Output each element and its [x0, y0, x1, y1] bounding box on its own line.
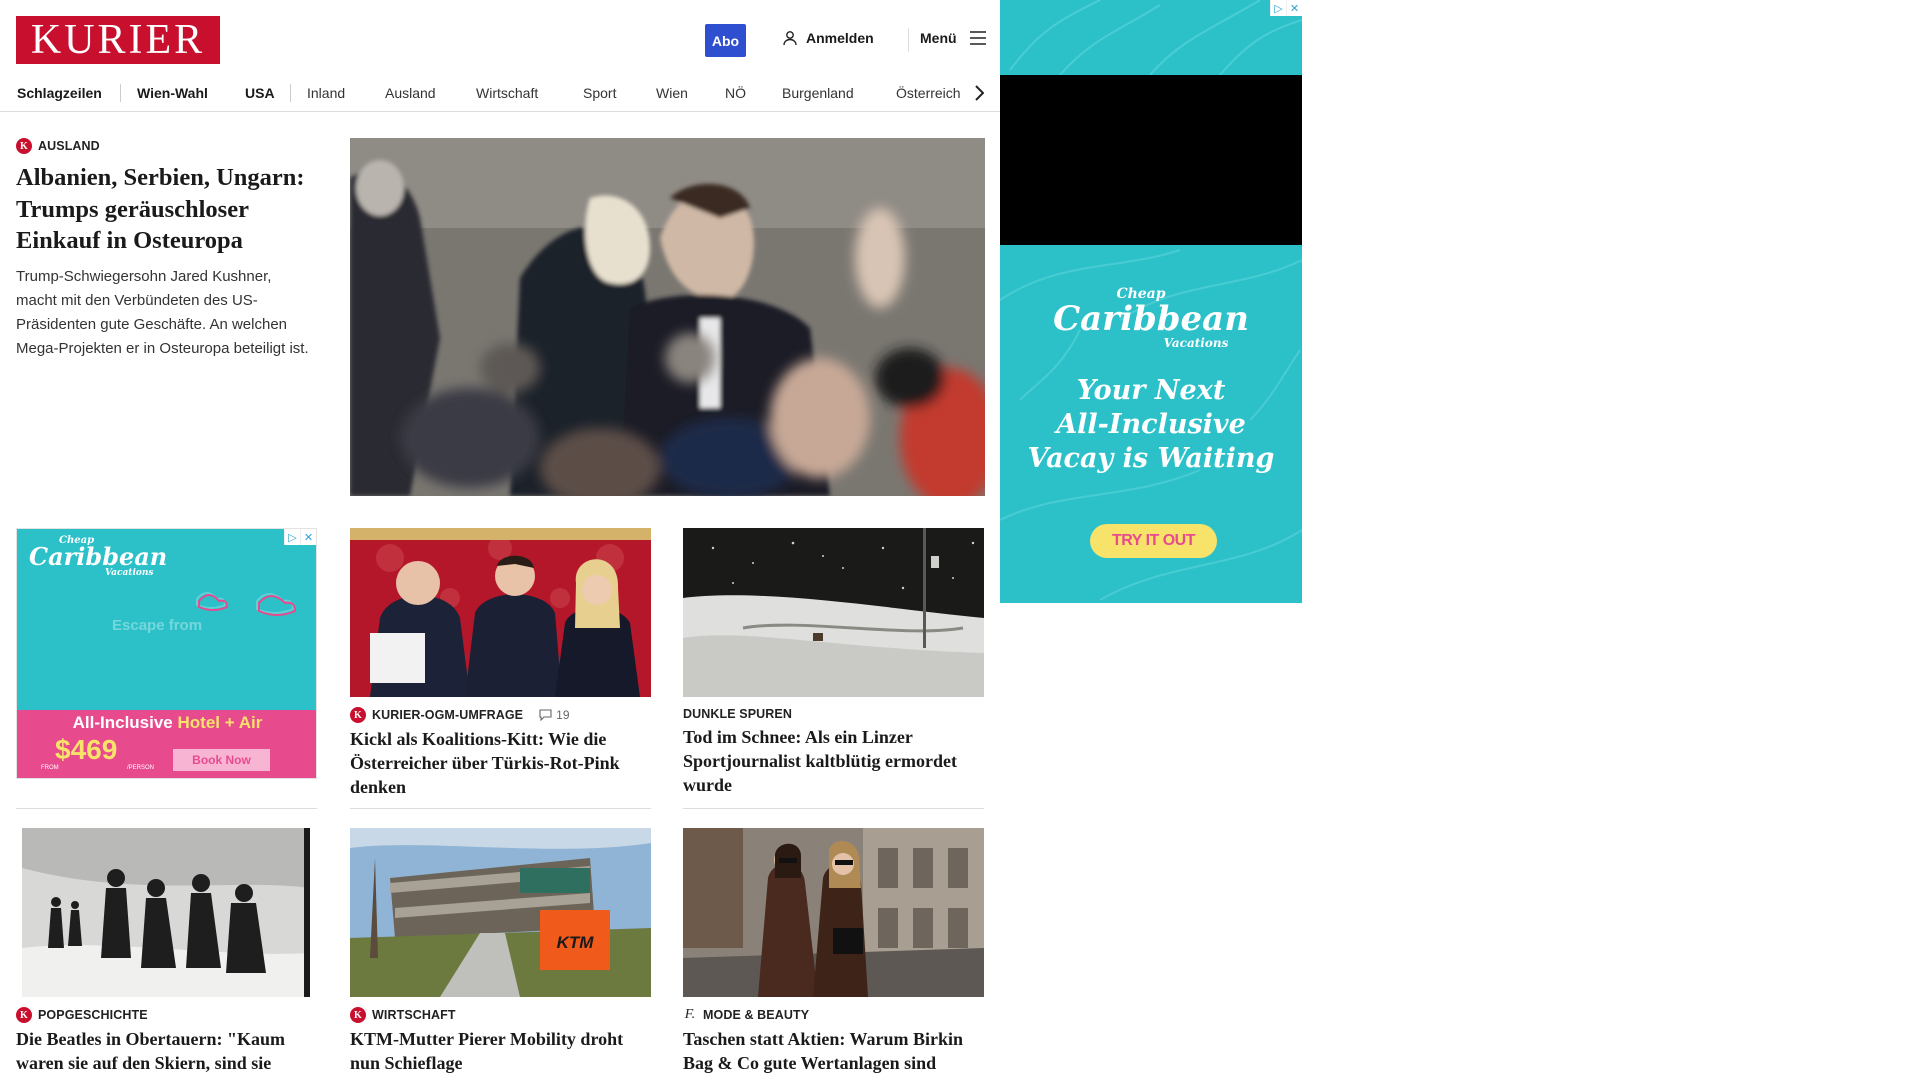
ad-divider [16, 808, 317, 809]
comment-icon [539, 709, 552, 721]
lead-kicker-label: AUSLAND [38, 139, 100, 153]
ad-right-brand: Cheap Caribbean Vacations [1000, 286, 1302, 350]
section-nav: Schlagzeilen Wien-Wahl USA Inland Auslan… [0, 76, 1000, 112]
ad-right-brand-main: Caribbean [1053, 299, 1249, 339]
ad-small-tagline: Escape from [112, 617, 203, 634]
article-kicker-label: DUNKLE SPUREN [683, 707, 792, 721]
ad-small-price: $469 [55, 734, 118, 765]
ad-right-line3: Vacay is Waiting [1027, 443, 1275, 474]
nav-item-oesterreich[interactable]: Österreich [896, 82, 961, 104]
hamburger-icon [969, 31, 986, 45]
freizeit-f-icon: f. [684, 1007, 696, 1022]
nav-item-noe[interactable]: NÖ [725, 82, 746, 104]
header-divider [908, 28, 909, 52]
abo-button[interactable]: Abo [705, 24, 746, 57]
ad-choices[interactable]: ▷ ✕ [284, 529, 316, 545]
lead-kicker: K AUSLAND [16, 138, 316, 154]
article-image[interactable] [683, 828, 984, 997]
kurier-k-icon: K [16, 1007, 32, 1023]
card-divider [683, 808, 984, 809]
article-image[interactable] [16, 828, 317, 997]
article-kicker: K POPGESCHICHTE [16, 1007, 317, 1023]
user-icon [783, 31, 797, 46]
ad-choices[interactable]: ▷ ✕ [1270, 0, 1302, 16]
article-kicker: f. MODE & BEAUTY [683, 1007, 984, 1023]
adchoices-icon[interactable]: ▷ [1270, 0, 1286, 16]
article-kicker-label: WIRTSCHAFT [372, 1008, 456, 1022]
ad-small-offer-label: All-Inclusive [72, 713, 173, 732]
article-kicker-label: POPGESCHICHTE [38, 1008, 148, 1022]
ad-banner-caribbean-small[interactable]: Cheap Caribbean Vacations Escape from Al… [16, 528, 317, 779]
ad-small-brand-main: Caribbean [29, 542, 168, 571]
nav-item-sport[interactable]: Sport [583, 82, 616, 104]
article-image[interactable]: KTM [350, 828, 651, 997]
ad-right-line1: Your Next [1076, 375, 1226, 406]
menu-label: Menü [920, 30, 957, 46]
ad-small-offer: All-Inclusive Hotel + Air [17, 713, 316, 733]
ad-close-icon[interactable]: ✕ [1286, 0, 1302, 16]
kurier-logo[interactable]: KURIER [16, 16, 220, 64]
article-card[interactable]: K KURIER-OGM-UMFRAGE 19 Kickl als Koalit… [350, 528, 651, 809]
article-kicker: K WIRTSCHAFT [350, 1007, 651, 1023]
article-kicker: DUNKLE SPUREN [683, 707, 984, 721]
nav-item-wien-wahl[interactable]: Wien-Wahl [137, 82, 208, 104]
article-headline[interactable]: Kickl als Koalitions-Kitt: Wie die Öster… [350, 727, 651, 799]
ktm-sign: KTM [557, 933, 595, 952]
menu-button[interactable]: Menü [920, 30, 987, 46]
ad-right-headline: Your Next All-Inclusive Vacay is Waiting [1000, 374, 1302, 476]
article-image[interactable] [350, 528, 651, 697]
ad-right-try-it-out-button[interactable]: TRY IT OUT [1090, 524, 1217, 558]
nav-divider [120, 84, 121, 102]
kurier-k-icon: K [16, 138, 32, 154]
article-card[interactable]: K POPGESCHICHTE Die Beatles in Obertauer… [16, 828, 317, 1080]
article-card[interactable]: KTM K WIRTSCHAFT KTM-Mutter Pierer Mobil… [350, 828, 651, 1075]
comment-count-value: 19 [556, 708, 570, 722]
article-headline[interactable]: Taschen statt Aktien: Warum Birkin Bag &… [683, 1027, 984, 1075]
article-card[interactable]: DUNKLE SPUREN Tod im Schnee: Als ein Lin… [683, 528, 984, 809]
kurier-k-icon: K [350, 707, 366, 723]
adchoices-icon[interactable]: ▷ [284, 529, 300, 545]
ad-small-price-per: /PERSON [127, 765, 155, 771]
nav-item-ausland[interactable]: Ausland [385, 82, 436, 104]
article-headline[interactable]: Tod im Schnee: Als ein Linzer Sportjourn… [683, 725, 984, 797]
article-image[interactable] [683, 528, 984, 697]
nav-item-wien[interactable]: Wien [656, 82, 688, 104]
article-card[interactable]: f. MODE & BEAUTY Taschen statt Aktien: W… [683, 828, 984, 1075]
lead-teaser: Trump-Schwiegersohn Jared Kushner, macht… [16, 267, 309, 357]
nav-item-usa[interactable]: USA [245, 82, 275, 104]
nav-item-schlagzeilen[interactable]: Schlagzeilen [17, 82, 102, 104]
nav-item-burgenland[interactable]: Burgenland [782, 82, 854, 104]
article-kicker-label: MODE & BEAUTY [703, 1008, 810, 1022]
nav-item-inland[interactable]: Inland [307, 82, 345, 104]
article-kicker: K KURIER-OGM-UMFRAGE 19 [350, 707, 651, 723]
kurier-k-icon: K [350, 1007, 366, 1023]
card-divider [350, 808, 651, 809]
article-headline[interactable]: Die Beatles in Obertauern: "Kaum waren s… [16, 1027, 317, 1080]
nav-divider [290, 84, 291, 102]
nav-item-wirtschaft[interactable]: Wirtschaft [476, 82, 538, 104]
ad-small-brand: Cheap Caribbean Vacations [29, 535, 167, 578]
ad-small-book-now-button[interactable]: Book Now [173, 749, 270, 771]
ad-right-line2: All-Inclusive [1056, 409, 1246, 440]
login-label: Anmelden [806, 30, 874, 46]
login-button[interactable]: Anmelden [782, 30, 874, 46]
nav-next-arrow-icon[interactable] [968, 80, 990, 106]
ad-small-offer-accent: Hotel + Air [177, 713, 263, 732]
ad-close-icon[interactable]: ✕ [300, 529, 316, 545]
comment-count[interactable]: 19 [539, 708, 570, 722]
site-header: KURIER Abo Anmelden Menü [0, 0, 1000, 78]
lead-image[interactable] [350, 138, 985, 496]
lead-article[interactable]: K AUSLAND Albanien, Serbien, Ungarn: Tru… [16, 138, 316, 361]
article-headline[interactable]: KTM-Mutter Pierer Mobility droht nun Sch… [350, 1027, 651, 1075]
lead-headline[interactable]: Albanien, Serbien, Ungarn: Trumps geräus… [16, 162, 316, 257]
article-kicker-label: KURIER-OGM-UMFRAGE [372, 708, 524, 722]
ad-banner-caribbean-right[interactable]: Cheap Caribbean Vacations Your Next All-… [1000, 0, 1302, 603]
